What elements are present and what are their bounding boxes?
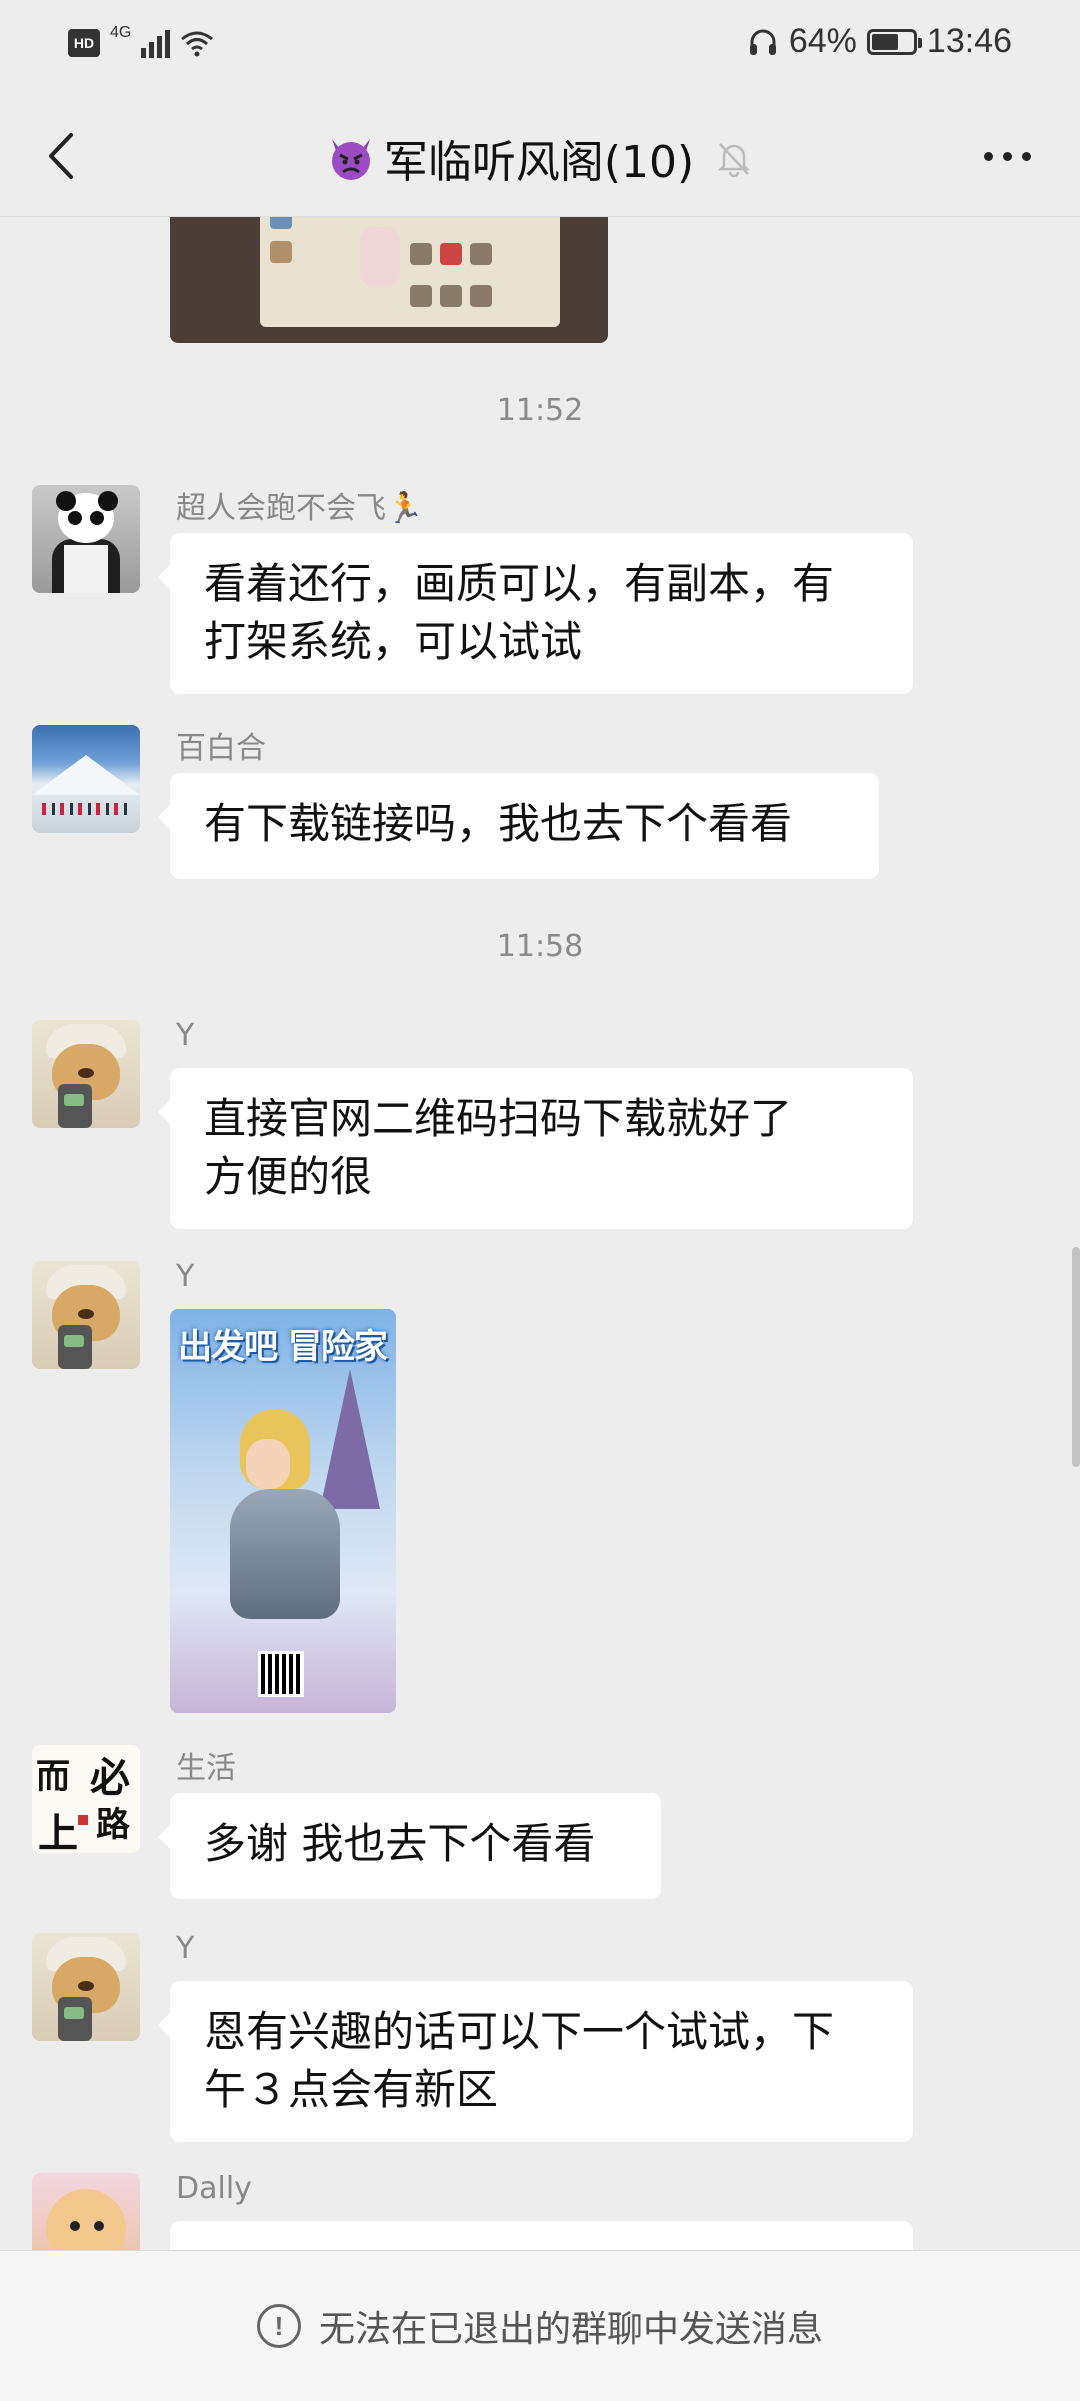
sender-name: 超人会跑不会飞🏃 bbox=[176, 491, 424, 526]
message-bubble[interactable]: 恩有兴趣的话可以下一个试试，下 午３点会有新区 bbox=[158, 1981, 913, 2142]
message-text-line: 方便的很 bbox=[204, 1152, 373, 1201]
chat-header: 军临听风阁(10) bbox=[0, 96, 1080, 217]
chat-title-area[interactable]: 军临听风阁(10) bbox=[0, 126, 1080, 190]
sender-name: 生活 bbox=[176, 1751, 236, 1786]
timestamp: 11:52 bbox=[496, 393, 584, 428]
game-inventory-panel bbox=[260, 217, 560, 327]
message-list[interactable]: 11:52 超人会跑不会飞🏃 看着还行，画质可以，有副本，有 打架系统，可以试试… bbox=[0, 217, 1080, 2250]
shared-image-partial[interactable] bbox=[170, 217, 608, 343]
avatar[interactable] bbox=[32, 485, 140, 593]
message-text-line: 恩有兴趣的话可以下一个试试，下 bbox=[204, 2007, 835, 2056]
avatar[interactable]: 而 上 必 路 bbox=[32, 1745, 140, 1853]
status-bar: HD 4G 64% 13:46 bbox=[0, 0, 1080, 96]
sender-name: Dally bbox=[176, 2171, 252, 2206]
message-text-line: 看着还行，画质可以，有副本，有 bbox=[204, 559, 835, 608]
devil-emoji-icon bbox=[331, 139, 370, 180]
sender-name: Y bbox=[176, 1018, 195, 1053]
sender-name: 百白合 bbox=[176, 731, 266, 766]
battery-percent: 64% bbox=[788, 22, 857, 60]
sender-name: Y bbox=[176, 1931, 195, 1966]
shared-poster-image[interactable]: 出发吧 冒险家 bbox=[170, 1309, 396, 1713]
message-bubble[interactable]: 直接官网二维码扫码下载就好了 方便的很 bbox=[158, 1068, 913, 1229]
scrollbar[interactable] bbox=[1072, 1247, 1080, 1467]
avatar[interactable] bbox=[32, 1020, 140, 1128]
signal-icon bbox=[141, 28, 171, 58]
message-bubble[interactable] bbox=[170, 2221, 913, 2250]
more-options-button[interactable] bbox=[972, 136, 1042, 176]
wifi-icon bbox=[181, 31, 214, 57]
avatar[interactable] bbox=[32, 1933, 140, 2041]
message-text-line: 直接官网二维码扫码下载就好了 bbox=[204, 1094, 793, 1143]
exclamation-circle-icon: ! bbox=[256, 2304, 301, 2348]
qr-code-icon bbox=[258, 1651, 304, 1697]
status-right: 64% 13:46 bbox=[747, 22, 1012, 61]
more-dots-icon bbox=[1021, 151, 1031, 161]
mute-bell-icon bbox=[718, 143, 751, 178]
poster-title: 出发吧 冒险家 bbox=[178, 1327, 388, 1367]
message-bubble[interactable]: 有下载链接吗，我也去下个看看 bbox=[158, 773, 879, 879]
message-text-line: 有下载链接吗，我也去下个看看 bbox=[204, 799, 793, 848]
avatar[interactable] bbox=[32, 1261, 140, 1369]
clock: 13:46 bbox=[926, 22, 1012, 60]
battery-icon bbox=[866, 28, 922, 55]
sender-name: Y bbox=[176, 1259, 195, 1294]
more-dots-icon bbox=[983, 151, 993, 161]
hd-badge: HD bbox=[68, 29, 100, 57]
message-text-line: 多谢 我也去下个看看 bbox=[204, 1819, 596, 1868]
exited-group-notice: ! 无法在已退出的群聊中发送消息 bbox=[0, 2250, 1080, 2401]
message-text-line: 打架系统，可以试试 bbox=[204, 617, 583, 666]
headphones-icon bbox=[749, 29, 776, 55]
more-dots-icon bbox=[1002, 151, 1012, 161]
message-bubble[interactable]: 看着还行，画质可以，有副本，有 打架系统，可以试试 bbox=[158, 533, 913, 694]
avatar[interactable] bbox=[32, 725, 140, 833]
timestamp: 11:58 bbox=[496, 929, 584, 964]
network-label: 4G bbox=[110, 24, 132, 41]
message-bubble[interactable]: 多谢 我也去下个看看 bbox=[158, 1793, 661, 1899]
message-text-line: 午３点会有新区 bbox=[204, 2065, 499, 2114]
avatar[interactable] bbox=[32, 2173, 140, 2250]
notice-text: 无法在已退出的群聊中发送消息 bbox=[318, 2309, 823, 2350]
chat-title: 军临听风阁(10) bbox=[383, 137, 695, 188]
status-left: HD 4G bbox=[68, 24, 214, 58]
battery-level bbox=[871, 33, 898, 50]
